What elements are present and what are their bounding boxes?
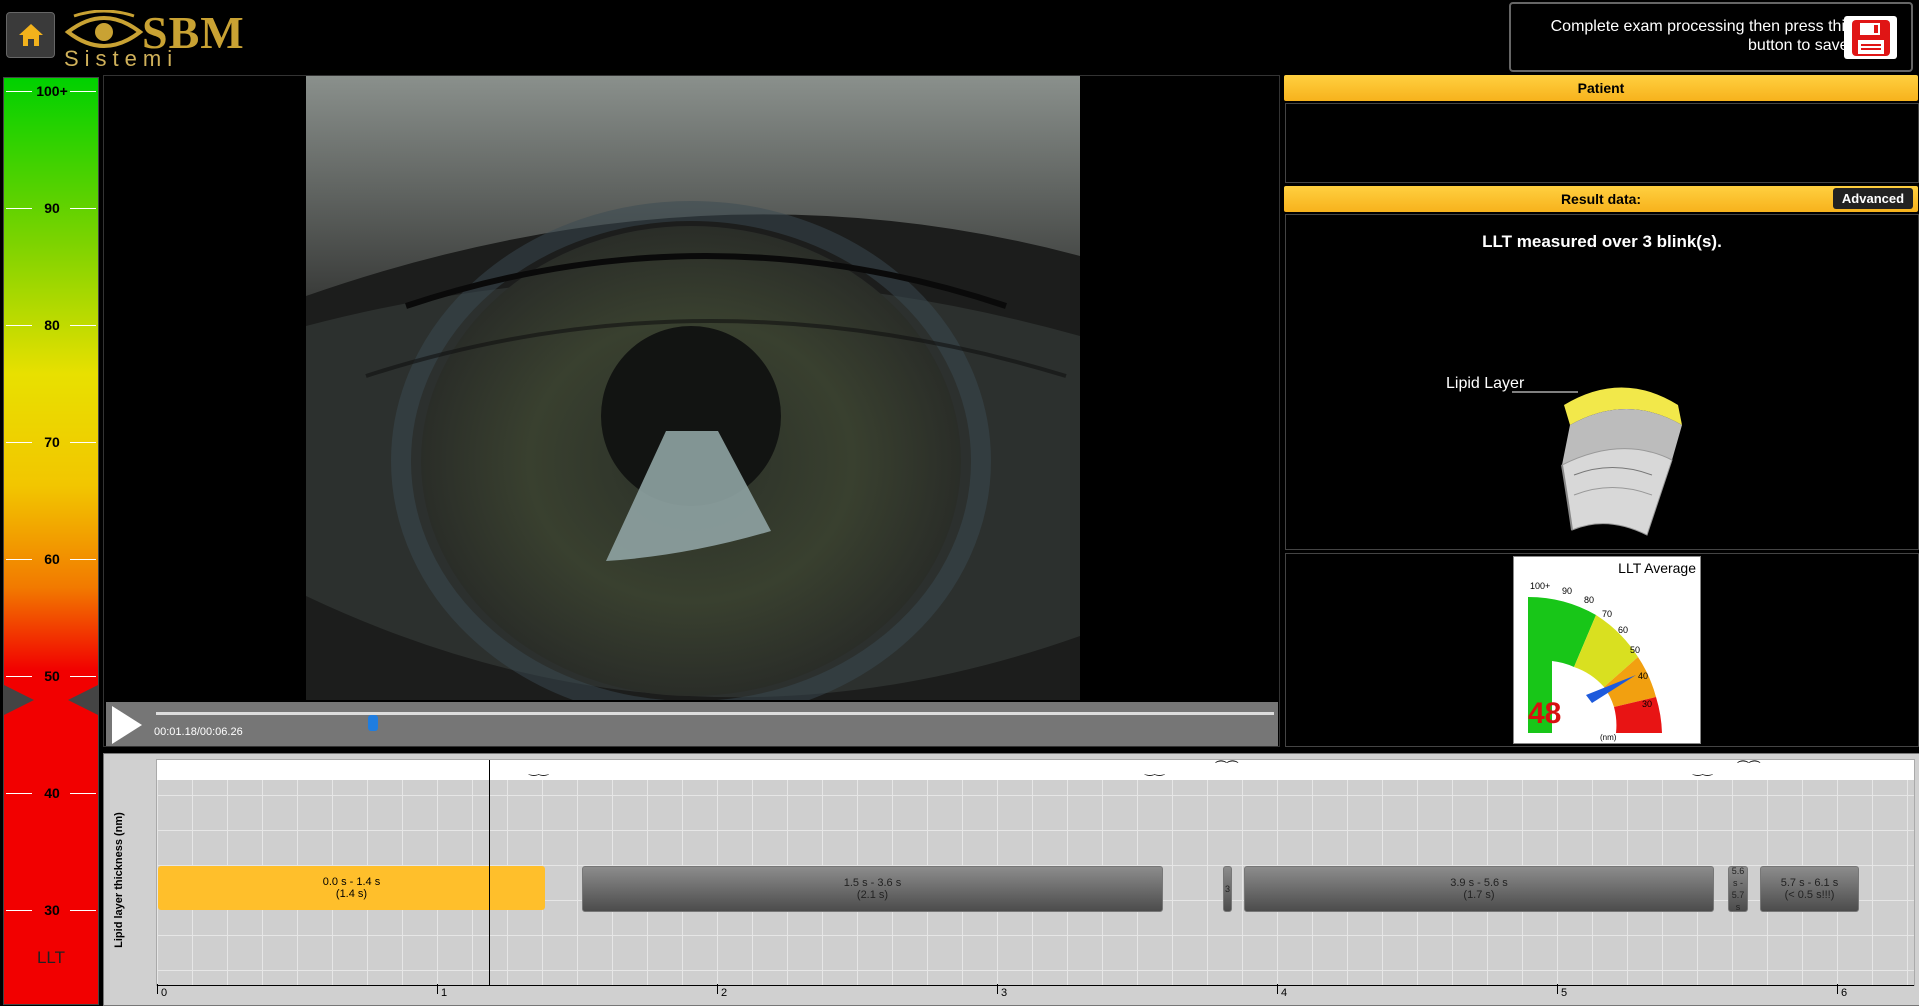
timeline-cursor[interactable]	[489, 760, 490, 985]
eye-image	[306, 76, 1080, 700]
gauge-tick-label: 30	[1642, 699, 1652, 709]
x-tick-label: 5	[1561, 987, 1568, 999]
save-button[interactable]	[1844, 16, 1897, 59]
x-tick-label: 4	[1281, 987, 1288, 999]
scale-pointer-left	[4, 685, 34, 715]
timeline-x-axis	[157, 985, 1914, 986]
gauge-tick-label: 50	[1630, 645, 1640, 655]
timeline-segment[interactable]: 5.7 s - 6.1 s (< 0.5 s!!!)	[1760, 866, 1859, 912]
llt-color-scale: 100+ 90 80 70 60 50 40 30 LLT	[3, 77, 99, 1005]
video-panel: 00:01.18/00:06.26	[103, 75, 1280, 747]
timeline-segment[interactable]: 5.6 s - 5.7 s	[1728, 866, 1748, 912]
scale-label: LLT	[36, 948, 66, 967]
home-icon	[18, 24, 43, 46]
x-tick-label: 3	[1001, 987, 1008, 999]
save-panel: Complete exam processing then press this…	[1509, 2, 1913, 72]
seek-thumb[interactable]	[368, 715, 378, 731]
blink-icon: ⏜⏜	[1737, 760, 1761, 774]
timeline-y-label: Lipid layer thickness (nm)	[113, 812, 125, 948]
timeline-segment[interactable]: 3	[1223, 866, 1232, 912]
gauge-unit: (nm)	[1600, 733, 1617, 742]
patient-panel	[1285, 103, 1919, 183]
timeline-plot[interactable]: ‿‿ ‿‿ ⏜⏜ ‿‿ ⏜⏜ 0.0 s - 1.4 s (1.4 s) 1.5 …	[156, 759, 1915, 999]
blink-icon: ‿‿	[1145, 762, 1165, 776]
play-button[interactable]	[112, 706, 142, 744]
llt-average-gauge: LLT Average 100+ 90 80 70 60 50 40 30 48…	[1513, 556, 1701, 744]
video-time-label: 00:01.18/00:06.26	[154, 726, 243, 738]
scale-pointer-right	[68, 685, 98, 715]
gauge-tick-label: 90	[1562, 586, 1572, 596]
result-header: Result data: Advanced	[1284, 186, 1918, 212]
gauge-tick-label: 60	[1618, 625, 1628, 635]
x-tick-label: 1	[441, 987, 448, 999]
gauge-panel: LLT Average 100+ 90 80 70 60 50 40 30 48…	[1285, 553, 1919, 747]
timeline-segment[interactable]: 3.9 s - 5.6 s (1.7 s)	[1244, 866, 1714, 912]
video-controls: 00:01.18/00:06.26	[106, 702, 1278, 746]
save-prompt: Complete exam processing then press this…	[1550, 18, 1853, 54]
patient-header: Patient	[1284, 75, 1918, 101]
gauge-tick-label: 70	[1602, 609, 1612, 619]
llt-measured-text: LLT measured over 3 blink(s).	[1482, 232, 1722, 251]
x-tick-label: 2	[721, 987, 728, 999]
timeline-segment[interactable]: 0.0 s - 1.4 s (1.4 s)	[158, 866, 545, 910]
x-tick-label: 0	[161, 987, 168, 999]
gauge-tick-label: 100+	[1530, 581, 1550, 591]
home-button[interactable]	[6, 12, 55, 58]
floppy-disk-icon	[1851, 19, 1890, 56]
result-title: Result data:	[1560, 191, 1642, 207]
x-tick-label: 6	[1841, 987, 1848, 999]
blink-icon: ‿‿	[529, 762, 549, 776]
logo-subtext: Sistemi	[64, 46, 179, 71]
eye-video-frame	[306, 76, 1080, 700]
gauge-tick-label: 80	[1584, 595, 1594, 605]
lipid-layer-diagram	[1512, 387, 1682, 536]
timeline-segment[interactable]: 1.5 s - 3.6 s (2.1 s)	[582, 866, 1163, 912]
advanced-button[interactable]: Advanced	[1833, 188, 1913, 209]
blink-strip: ‿‿ ‿‿ ⏜⏜ ‿‿ ⏜⏜	[157, 760, 1914, 780]
video-seek-bar[interactable]	[156, 712, 1274, 731]
sbm-logo: SBM Sistemi	[62, 4, 272, 71]
blink-icon: ⏜⏜	[1215, 760, 1239, 774]
result-panel: LLT measured over 3 blink(s). Lipid Laye…	[1285, 214, 1919, 550]
gauge-tick-label: 40	[1638, 671, 1648, 681]
gauge-value: 48	[1528, 697, 1562, 730]
timeline-panel: Lipid layer thickness (nm) ‿‿ ‿‿ ⏜⏜ ‿‿ ⏜…	[103, 753, 1919, 1006]
blink-icon: ‿‿	[1693, 762, 1713, 776]
